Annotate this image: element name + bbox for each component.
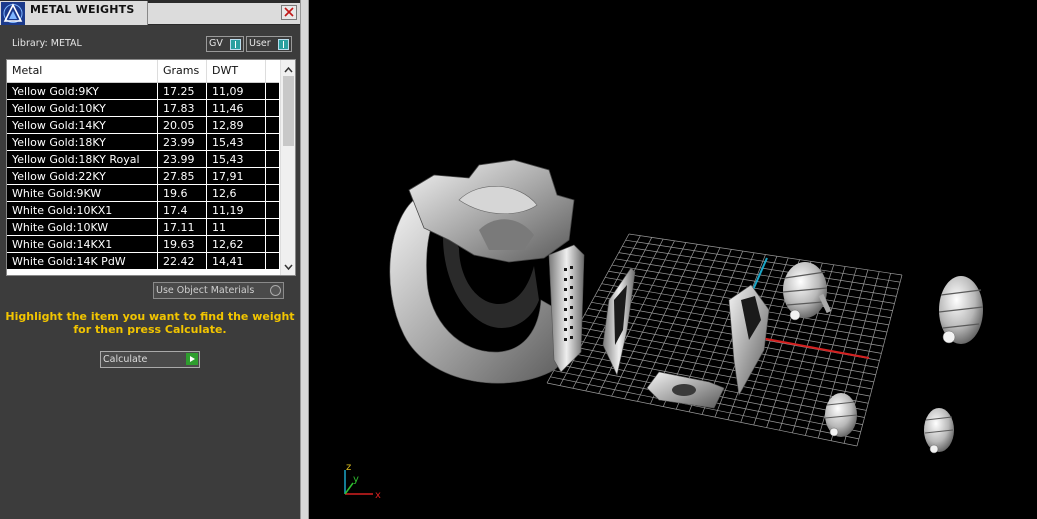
cell-metal: White Gold:14KX1	[7, 236, 158, 252]
table-row[interactable]: Yellow Gold:22KY 27.85 17,91	[7, 168, 279, 185]
instruction-text: Highlight the item you want to find the …	[0, 310, 300, 336]
table-row[interactable]: Yellow Gold:10KY 17.83 11,46	[7, 100, 279, 117]
table-row[interactable]: White Gold:9KW 19.6 12,6	[7, 185, 279, 202]
cell-dwt: 15,43	[207, 134, 266, 150]
chevron-down-icon	[284, 264, 293, 271]
play-icon	[186, 353, 198, 365]
prong-part-2[interactable]	[938, 276, 984, 344]
table-row[interactable]: Yellow Gold:14KY 20.05 12,89	[7, 117, 279, 134]
side-panel-part-left[interactable]	[602, 267, 636, 376]
cell-dwt: 14,41	[207, 253, 266, 269]
close-button[interactable]	[281, 5, 297, 20]
cell-metal: Yellow Gold:9KY	[7, 83, 158, 99]
cell-metal: Yellow Gold:14KY	[7, 117, 158, 133]
table-row[interactable]: White Gold:10KW 17.11 11	[7, 219, 279, 236]
table-row[interactable]: Yellow Gold:18KY 23.99 15,43	[7, 134, 279, 151]
chevron-up-icon	[284, 66, 293, 73]
app-logo-icon	[1, 2, 25, 25]
calculate-label: Calculate	[103, 354, 148, 365]
table-header: Metal Grams DWT	[7, 60, 279, 83]
table-row[interactable]: Yellow Gold:9KY 17.25 11,09	[7, 83, 279, 100]
cell-dwt: 17,91	[207, 168, 266, 184]
cell-dwt: 12,89	[207, 117, 266, 133]
prong-part-1[interactable]	[782, 262, 832, 321]
cell-dwt: 15,43	[207, 151, 266, 167]
cell-metal: Yellow Gold:18KY	[7, 134, 158, 150]
z-axis-label: z	[346, 462, 351, 473]
cell-grams: 23.99	[158, 134, 207, 150]
3d-viewport[interactable]: z y x	[309, 0, 1037, 519]
bottom-plate-part[interactable]	[646, 371, 725, 409]
user-toggle-label: User	[249, 38, 271, 49]
title-bar: METAL WEIGHTS	[0, 0, 300, 25]
column-header-metal[interactable]: Metal	[7, 60, 158, 82]
cell-metal: Yellow Gold:22KY	[7, 168, 158, 184]
cell-metal: Yellow Gold:10KY	[7, 100, 158, 116]
cell-dwt: 11,19	[207, 202, 266, 218]
title-tab: METAL WEIGHTS	[0, 1, 148, 25]
user-toggle[interactable]: User	[246, 36, 292, 52]
cell-metal: White Gold:10KW	[7, 219, 158, 235]
cell-dwt: 12,62	[207, 236, 266, 252]
cell-grams: 17.25	[158, 83, 207, 99]
y-axis-label: y	[353, 474, 359, 485]
table-row[interactable]: White Gold:14KX1 19.63 12,62	[7, 236, 279, 253]
prong-part-4[interactable]	[924, 408, 954, 454]
side-panel-part-right[interactable]	[728, 284, 770, 396]
cell-grams: 17.83	[158, 100, 207, 116]
cell-metal: White Gold:10KX1	[7, 202, 158, 218]
cell-dwt: 11	[207, 219, 266, 235]
use-object-materials-radio[interactable]	[270, 285, 281, 296]
cell-grams: 27.85	[158, 168, 207, 184]
scroll-down-button[interactable]	[281, 259, 295, 273]
use-object-materials-option[interactable]: Use Object Materials	[153, 282, 284, 299]
close-icon	[284, 7, 294, 17]
ring-model[interactable]	[389, 159, 585, 384]
table-row[interactable]: Yellow Gold:18KY Royal 23.99 15,43	[7, 151, 279, 168]
scroll-thumb[interactable]	[283, 76, 294, 146]
cell-grams: 20.05	[158, 117, 207, 133]
cell-grams: 19.63	[158, 236, 207, 252]
instruction-line-1: Highlight the item you want to find the …	[5, 310, 295, 323]
metal-table[interactable]: Metal Grams DWT Yellow Gold:9KY 17.25 11,0…	[6, 59, 296, 276]
panel-splitter[interactable]	[300, 0, 309, 519]
cell-grams: 19.6	[158, 185, 207, 201]
scroll-up-button[interactable]	[281, 62, 295, 76]
cell-dwt: 11,09	[207, 83, 266, 99]
cell-grams: 17.11	[158, 219, 207, 235]
cell-metal: White Gold:9KW	[7, 185, 158, 201]
gv-toggle-label: GV	[209, 38, 223, 49]
table-scrollbar[interactable]	[280, 60, 295, 275]
gv-toggle-switch-icon	[230, 39, 241, 50]
cell-metal: White Gold:14K PdW	[7, 253, 158, 269]
gv-toggle[interactable]: GV	[206, 36, 244, 52]
cell-grams: 22.42	[158, 253, 207, 269]
panel-title: METAL WEIGHTS	[30, 3, 135, 16]
cell-grams: 17.4	[158, 202, 207, 218]
cell-dwt: 11,46	[207, 100, 266, 116]
cell-grams: 23.99	[158, 151, 207, 167]
x-axis-label: x	[375, 490, 381, 501]
prong-part-3[interactable]	[824, 393, 858, 437]
cell-metal: Yellow Gold:18KY Royal	[7, 151, 158, 167]
calculate-button[interactable]: Calculate	[100, 351, 200, 368]
cell-dwt: 12,6	[207, 185, 266, 201]
column-header-dwt[interactable]: DWT	[207, 60, 266, 82]
title-bar-fill	[148, 3, 300, 24]
metal-weights-panel: METAL WEIGHTS Library: METAL GV User Met…	[0, 0, 300, 519]
table-row[interactable]: White Gold:14K PdW 22.42 14,41	[7, 253, 279, 270]
library-label: Library: METAL	[12, 38, 82, 49]
column-header-grams[interactable]: Grams	[158, 60, 207, 82]
user-toggle-switch-icon	[278, 39, 289, 50]
use-object-materials-label: Use Object Materials	[156, 285, 255, 296]
instruction-line-2: for then press Calculate.	[73, 323, 227, 336]
axis-indicator: z y x	[344, 462, 381, 501]
table-row[interactable]: White Gold:10KX1 17.4 11,19	[7, 202, 279, 219]
